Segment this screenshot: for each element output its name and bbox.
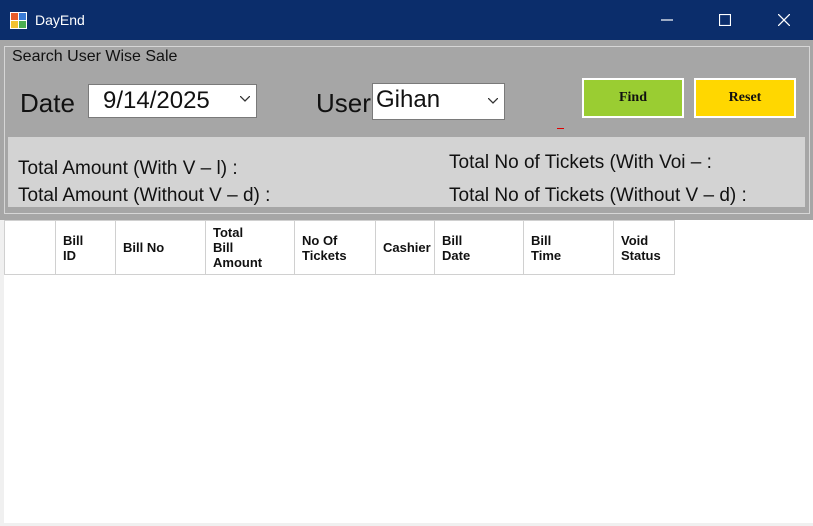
column-header-bill-date[interactable]: Bill Date [434, 220, 524, 275]
column-label: No Of Tickets [302, 232, 347, 263]
red-marker [557, 128, 564, 129]
row-header-corner[interactable] [4, 220, 56, 275]
total-amount-with-void-label: Total Amount (With V – l) : [18, 158, 238, 179]
table-header-row: Bill ID Bill No Total Bill Amount No Of … [4, 220, 675, 275]
column-header-bill-time[interactable]: Bill Time [523, 220, 614, 275]
total-tickets-with-void-label: Total No of Tickets (With Voi – : [449, 152, 712, 173]
column-label: Bill Time [531, 232, 562, 263]
find-button[interactable]: Find [582, 78, 684, 118]
column-header-total-bill-amount[interactable]: Total Bill Amount [205, 220, 295, 275]
column-header-void-status[interactable]: Void Status [613, 220, 675, 275]
chevron-down-icon[interactable] [488, 98, 498, 104]
minimize-icon [661, 19, 673, 21]
date-picker[interactable]: 9/14/2025 [88, 84, 257, 118]
window-title: DayEnd [35, 12, 85, 28]
column-label: Bill ID [63, 232, 84, 263]
user-select[interactable]: Gihan [372, 83, 505, 120]
column-label: Cashier [383, 240, 431, 255]
sales-table: Bill ID Bill No Total Bill Amount No Of … [4, 220, 675, 275]
search-panel: Search User Wise Sale Date 9/14/2025 Use… [0, 40, 813, 220]
column-label: Void Status [621, 232, 661, 263]
close-icon [778, 14, 790, 26]
chevron-down-icon[interactable] [240, 96, 250, 102]
date-value: 9/14/2025 [103, 87, 210, 114]
reset-button[interactable]: Reset [694, 78, 796, 118]
column-label: Bill Date [442, 232, 471, 263]
title-bar[interactable]: DayEnd [0, 0, 813, 40]
total-tickets-without-void-label: Total No of Tickets (Without V – d) : [449, 185, 747, 206]
date-label: Date [20, 88, 75, 118]
app-icon [10, 12, 27, 29]
column-label: Bill No [123, 240, 165, 255]
column-header-bill-id[interactable]: Bill ID [55, 220, 116, 275]
user-value: Gihan [376, 86, 441, 113]
groupbox-caption: Search User Wise Sale [10, 48, 180, 66]
total-amount-without-void-label: Total Amount (Without V – d) : [18, 185, 271, 206]
maximize-icon [719, 14, 731, 26]
column-header-cashier[interactable]: Cashier [375, 220, 435, 275]
maximize-button[interactable] [696, 0, 754, 40]
totals-panel: Total Amount (With V – l) : Total Amount… [8, 137, 805, 207]
close-button[interactable] [755, 0, 813, 40]
sales-grid[interactable]: Bill ID Bill No Total Bill Amount No Of … [4, 220, 813, 523]
user-label: User [316, 88, 371, 118]
minimize-button[interactable] [638, 0, 696, 40]
column-header-bill-no[interactable]: Bill No [115, 220, 206, 275]
column-label: Total Bill Amount [213, 225, 263, 270]
column-header-no-of-tickets[interactable]: No Of Tickets [294, 220, 376, 275]
